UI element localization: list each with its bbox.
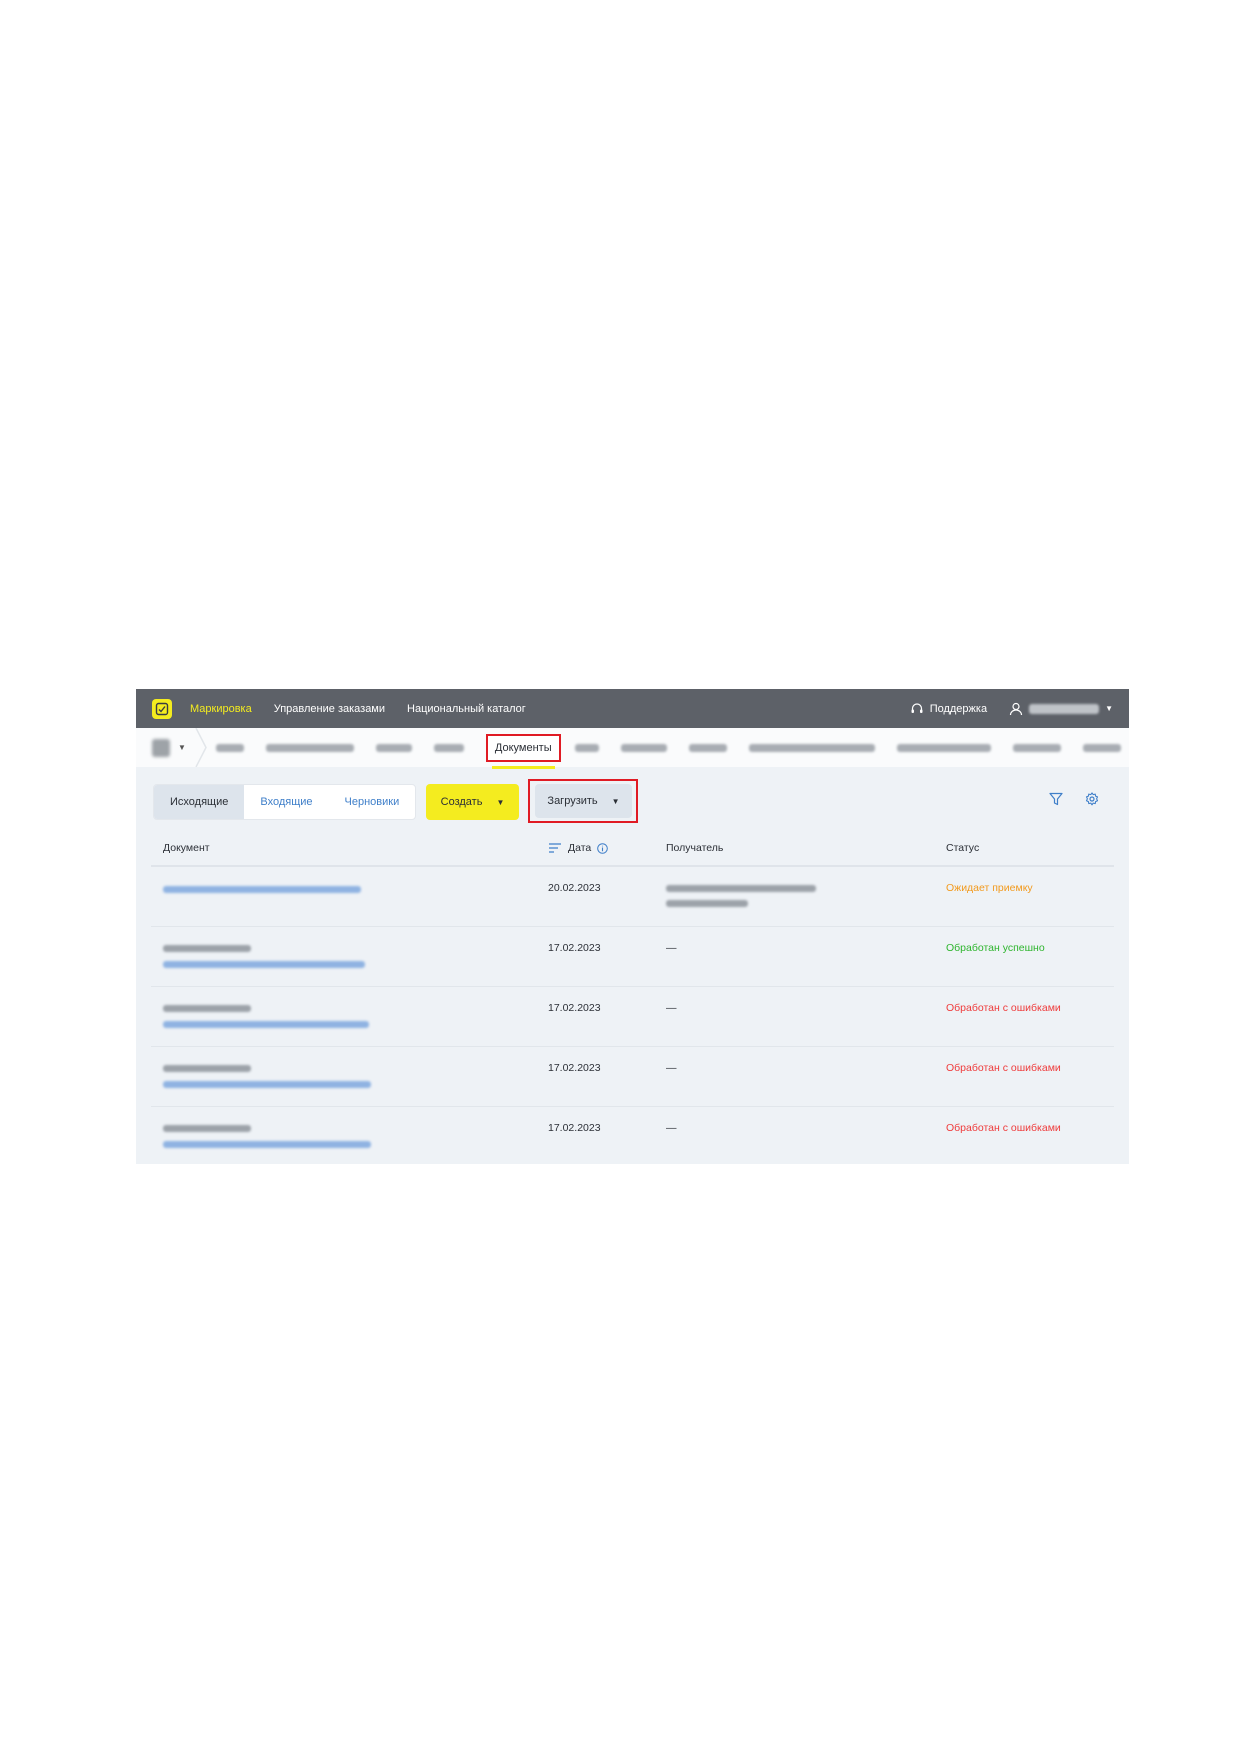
column-date-label: Дата	[568, 842, 592, 854]
app-window: Маркировка Управление заказами Националь…	[136, 689, 1129, 1164]
documents-table-header: Документ Дата Получатель Статус	[151, 831, 1114, 867]
column-recipient[interactable]: Получатель	[666, 842, 723, 854]
tab-documents[interactable]: Документы	[485, 733, 561, 769]
tab-blurred[interactable]	[896, 743, 991, 752]
organization-icon	[152, 738, 170, 757]
user-menu[interactable]: ▼	[1009, 702, 1113, 716]
column-document[interactable]: Документ	[163, 842, 210, 854]
chevron-down-icon: ▼	[178, 743, 186, 752]
user-name-blurred	[1029, 703, 1100, 714]
document-link-blurred[interactable]	[163, 1021, 369, 1028]
chevron-down-icon: ▼	[1105, 704, 1113, 714]
tab-blurred[interactable]	[1082, 743, 1121, 752]
row-date: 17.02.2023	[548, 942, 601, 954]
segment-outgoing[interactable]: Исходящие	[154, 785, 245, 819]
tab-blurred[interactable]	[433, 743, 464, 752]
document-type-blurred	[163, 1005, 251, 1012]
document-type-blurred	[163, 1065, 251, 1072]
top-nav-national-catalog[interactable]: Национальный каталог	[407, 703, 526, 715]
tab-blurred[interactable]	[265, 743, 354, 752]
upload-button[interactable]: Загрузить ▼	[535, 784, 632, 818]
settings-gear-icon[interactable]	[1085, 792, 1099, 811]
user-icon	[1009, 702, 1023, 716]
segment-drafts[interactable]: Черновики	[329, 785, 416, 819]
sort-icon[interactable]	[548, 842, 562, 854]
document-link-blurred[interactable]	[163, 1081, 371, 1088]
tab-blurred[interactable]	[688, 743, 727, 752]
info-icon[interactable]	[597, 842, 609, 854]
table-row[interactable]: 17.02.2023 — Обработан с ошибками	[151, 1047, 1114, 1107]
support-link[interactable]: Поддержка	[910, 702, 987, 716]
document-link-blurred[interactable]	[163, 886, 361, 893]
tab-blurred[interactable]	[1012, 743, 1061, 752]
top-nav-order-management[interactable]: Управление заказами	[274, 703, 385, 715]
document-type-blurred	[163, 945, 251, 952]
table-row[interactable]: 17.02.2023 — Обработан успешно	[151, 927, 1114, 987]
tab-blurred[interactable]	[574, 743, 599, 752]
top-navigation-bar: Маркировка Управление заказами Националь…	[136, 689, 1129, 728]
create-button-label: Создать	[440, 796, 483, 808]
column-date[interactable]: Дата	[548, 842, 609, 854]
tab-blurred[interactable]	[748, 743, 875, 752]
top-nav-markirovka[interactable]: Маркировка	[190, 703, 252, 715]
section-tabs: ▼ Документы	[136, 728, 1129, 769]
document-link-blurred[interactable]	[163, 961, 365, 968]
tab-documents-label: Документы	[494, 741, 552, 754]
status-badge: Обработан с ошибками	[946, 1122, 1061, 1134]
logo-icon[interactable]	[152, 698, 172, 719]
headset-icon	[910, 702, 924, 716]
table-row[interactable]: 20.02.2023 Ожидает приемку	[151, 867, 1114, 927]
tab-blurred[interactable]	[620, 743, 667, 752]
document-link-blurred[interactable]	[163, 1141, 371, 1148]
row-recipient: —	[666, 1002, 677, 1014]
recipient-inn-blurred	[666, 900, 748, 907]
row-recipient: —	[666, 942, 677, 954]
row-recipient: —	[666, 1122, 677, 1134]
status-badge: Обработан с ошибками	[946, 1002, 1061, 1014]
chevron-down-icon: ▼	[611, 796, 620, 806]
direction-segmented-control: Исходящие Входящие Черновики	[153, 784, 417, 820]
support-label: Поддержка	[929, 702, 988, 715]
column-status[interactable]: Статус	[946, 842, 979, 854]
row-date: 17.02.2023	[548, 1122, 601, 1134]
row-date: 20.02.2023	[548, 882, 601, 894]
segment-incoming[interactable]: Входящие	[244, 785, 328, 819]
document-type-blurred	[163, 1125, 251, 1132]
filter-icon[interactable]	[1049, 792, 1063, 811]
chevron-down-icon: ▼	[496, 797, 505, 807]
tab-blurred[interactable]	[215, 743, 244, 752]
organization-selector[interactable]: ▼	[152, 738, 186, 757]
status-badge: Ожидает приемку	[946, 882, 1033, 894]
recipient-blurred	[666, 885, 816, 892]
table-row[interactable]: 17.02.2023 — Обработан с ошибками	[151, 1107, 1114, 1164]
row-date: 17.02.2023	[548, 1062, 601, 1074]
table-row[interactable]: 17.02.2023 — Обработан с ошибками	[151, 987, 1114, 1047]
status-badge: Обработан успешно	[946, 942, 1045, 954]
create-button[interactable]: Создать ▼	[426, 784, 519, 820]
tab-blurred[interactable]	[375, 743, 412, 752]
upload-button-label: Загрузить	[547, 795, 598, 807]
row-date: 17.02.2023	[548, 1002, 601, 1014]
breadcrumb-separator-icon	[195, 728, 207, 767]
documents-toolbar: Исходящие Входящие Черновики Создать ▼ З…	[136, 767, 1129, 831]
status-badge: Обработан с ошибками	[946, 1062, 1061, 1074]
row-recipient: —	[666, 1062, 677, 1074]
